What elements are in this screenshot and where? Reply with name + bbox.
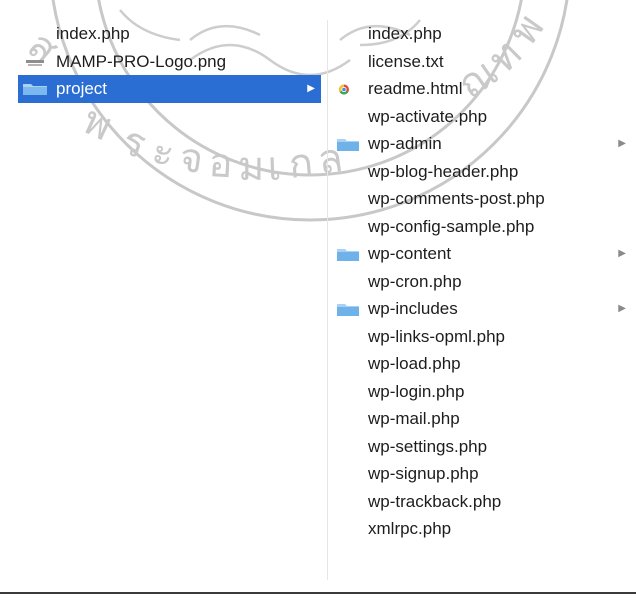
folder-row[interactable]: wp-admin ▶ (328, 130, 636, 158)
file-name: wp-config-sample.php (368, 216, 535, 236)
php-file-icon (336, 110, 360, 125)
file-name: wp-activate.php (368, 106, 488, 126)
file-name: wp-cron.php (368, 271, 462, 291)
image-file-icon (26, 59, 44, 66)
folder-icon (337, 249, 359, 261)
file-row[interactable]: wp-config-sample.php (328, 213, 636, 241)
folder-row[interactable]: wp-content ▶ (328, 240, 636, 268)
file-row[interactable]: wp-trackback.php (328, 488, 636, 516)
php-file-icon (336, 385, 360, 400)
finder-column-view: พ ร ะ จ อ ม เ ก ล ณ ท พ ส index.php MAMP… (0, 0, 636, 600)
file-name: readme.html (368, 79, 463, 98)
file-row[interactable]: wp-comments-post.php (328, 185, 636, 213)
php-file-icon (336, 192, 360, 207)
folder-name: wp-content (368, 244, 452, 263)
file-row-mamp-pro-logo[interactable]: MAMP-PRO-Logo.png (0, 48, 327, 76)
file-row[interactable]: wp-mail.php (328, 405, 636, 433)
file-row[interactable]: license.txt (328, 48, 636, 76)
php-file-icon (336, 412, 360, 427)
php-file-icon (336, 495, 360, 510)
file-row[interactable]: wp-cron.php (328, 268, 636, 296)
file-row[interactable]: xmlrpc.php (328, 515, 636, 543)
text-file-icon (336, 55, 360, 70)
php-file-icon (336, 165, 360, 180)
file-row-index-php[interactable]: index.php (0, 20, 327, 48)
file-name: MAMP-PRO-Logo.png (56, 51, 227, 71)
file-row[interactable]: wp-load.php (328, 350, 636, 378)
file-row[interactable]: readme.html (328, 75, 636, 103)
folder-name: wp-includes (368, 299, 458, 318)
file-name: wp-links-opml.php (368, 326, 505, 346)
php-file-icon (336, 27, 360, 42)
chrome-icon (339, 84, 349, 95)
folder-icon (23, 84, 47, 95)
folder-icon (337, 139, 359, 151)
folder-name: project (56, 79, 108, 98)
folder-row[interactable]: wp-includes ▶ (328, 295, 636, 323)
php-file-icon (336, 330, 360, 345)
php-file-icon (336, 357, 360, 372)
file-name: wp-login.php (368, 381, 465, 401)
file-row[interactable]: wp-links-opml.php (328, 323, 636, 351)
folder-name: wp-admin (368, 134, 442, 153)
file-name: index.php (368, 24, 442, 43)
file-name: wp-trackback.php (368, 491, 502, 511)
chevron-right-icon: ▶ (618, 138, 626, 149)
file-row[interactable]: wp-blog-header.php (328, 158, 636, 186)
file-row[interactable]: index.php (328, 20, 636, 48)
file-row[interactable]: wp-signup.php (328, 460, 636, 488)
file-name: license.txt (368, 51, 444, 71)
php-file-icon (336, 220, 360, 235)
file-name: wp-settings.php (368, 436, 488, 456)
file-name: xmlrpc.php (368, 519, 452, 538)
file-row[interactable]: wp-settings.php (328, 433, 636, 461)
window-bottom-border (0, 592, 636, 594)
folder-row-project[interactable]: project ▶ (18, 75, 321, 103)
file-name: index.php (56, 24, 130, 43)
php-file-icon (336, 522, 360, 537)
file-name: wp-blog-header.php (368, 161, 519, 181)
chevron-right-icon: ▶ (618, 248, 626, 259)
file-name: wp-signup.php (368, 464, 479, 483)
chevron-right-icon: ▶ (618, 303, 626, 314)
file-row[interactable]: wp-login.php (328, 378, 636, 406)
chevron-right-icon: ▶ (307, 83, 315, 94)
file-name: wp-load.php (368, 354, 461, 373)
parent-column: index.php MAMP-PRO-Logo.png project ▶ (0, 20, 328, 580)
folder-icon (337, 304, 359, 316)
php-file-icon (336, 275, 360, 290)
php-file-icon (336, 467, 360, 482)
file-row[interactable]: wp-activate.php (328, 103, 636, 131)
php-file-icon (336, 440, 360, 455)
php-file-icon (22, 27, 48, 41)
file-name: wp-mail.php (368, 409, 460, 428)
file-name: wp-comments-post.php (368, 189, 545, 208)
contents-column: index.php license.txt readme.html wp-act… (328, 20, 636, 580)
